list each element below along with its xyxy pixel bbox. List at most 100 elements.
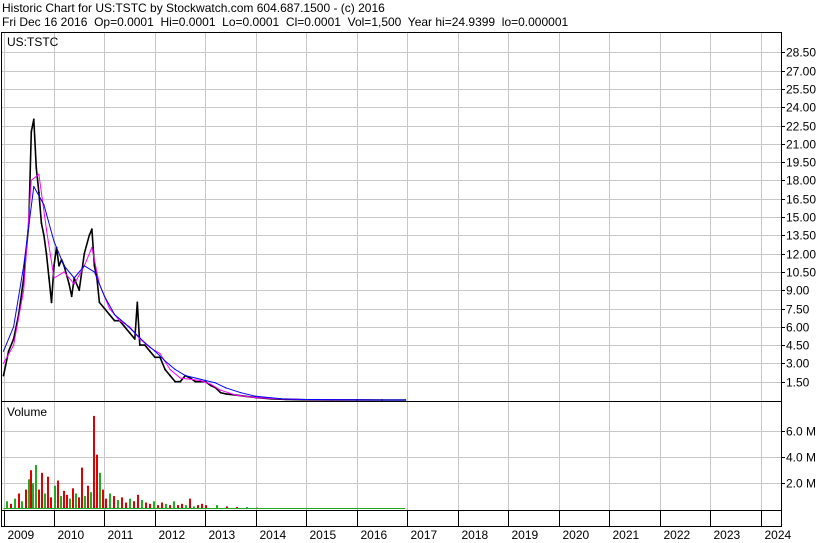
volume-bar bbox=[102, 489, 104, 509]
volume-bar bbox=[28, 479, 30, 509]
volume-bar bbox=[87, 485, 89, 509]
volume-bar bbox=[54, 485, 56, 509]
price-point bbox=[37, 191, 40, 194]
volume-label: Volume bbox=[7, 405, 47, 419]
year-label: 2012 bbox=[159, 528, 186, 542]
price-point bbox=[43, 204, 45, 206]
price-point bbox=[204, 379, 207, 382]
price-point bbox=[32, 118, 35, 121]
price-point bbox=[209, 383, 212, 385]
volume-bar bbox=[189, 498, 191, 509]
year-label: 2009 bbox=[8, 528, 35, 542]
price-tick-label: 27.00 bbox=[786, 65, 816, 79]
price-point bbox=[143, 344, 146, 346]
volume-bars bbox=[3, 415, 406, 509]
price-point bbox=[73, 277, 75, 279]
price-point bbox=[255, 395, 257, 397]
price-point bbox=[159, 353, 161, 355]
price-point bbox=[179, 380, 182, 383]
price-point bbox=[70, 295, 73, 298]
price-point bbox=[23, 289, 25, 291]
volume-bar bbox=[90, 492, 92, 509]
price-point bbox=[53, 240, 55, 242]
volume-tick-label: 4.0 M bbox=[786, 451, 816, 465]
price-tick-label: 22.50 bbox=[786, 120, 816, 134]
volume-bar bbox=[32, 483, 34, 509]
price-tick-label: 6.00 bbox=[786, 321, 810, 335]
price-point bbox=[108, 307, 111, 310]
price-point bbox=[169, 368, 171, 371]
year-label: 2022 bbox=[664, 528, 691, 542]
chart-window: { "header": { "line1": "Historic Chart f… bbox=[0, 0, 830, 543]
price-point bbox=[113, 319, 116, 322]
price-tick-label: 15.00 bbox=[786, 211, 816, 225]
volume-bar bbox=[133, 501, 135, 509]
year-label: 2011 bbox=[108, 528, 134, 542]
volume-bar bbox=[72, 488, 74, 509]
price-point bbox=[45, 228, 48, 230]
price-tick-label: 25.50 bbox=[786, 83, 816, 97]
volume-bar bbox=[173, 501, 175, 509]
volume-axis-labels: 2.0 M 4.0 M 6.0 M bbox=[781, 425, 816, 491]
volume-bar bbox=[96, 454, 98, 509]
price-point bbox=[48, 277, 50, 279]
price-point bbox=[189, 378, 191, 380]
price-point bbox=[164, 368, 166, 371]
volume-panel-frame bbox=[1, 401, 782, 511]
price-point bbox=[174, 368, 176, 371]
date-axis-frame bbox=[1, 510, 782, 527]
price-point bbox=[179, 377, 181, 379]
price-line bbox=[2, 118, 406, 401]
price-point bbox=[154, 350, 156, 352]
price-point bbox=[50, 301, 53, 304]
price-point bbox=[224, 393, 227, 395]
price-point bbox=[23, 265, 25, 267]
year-label: 2023 bbox=[714, 528, 741, 542]
price-point bbox=[98, 301, 101, 304]
volume-bar bbox=[84, 496, 86, 509]
price-point bbox=[225, 387, 227, 389]
volume-bar bbox=[109, 493, 111, 509]
price-point bbox=[2, 362, 5, 364]
volume-bar bbox=[66, 494, 68, 509]
price-point bbox=[144, 342, 146, 344]
volume-bar bbox=[141, 499, 143, 509]
price-point bbox=[78, 289, 81, 292]
price-point bbox=[136, 301, 139, 304]
price-point bbox=[35, 167, 38, 170]
price-tick-label: 10.50 bbox=[786, 266, 816, 280]
price-point bbox=[38, 173, 40, 175]
price-point bbox=[91, 246, 93, 249]
year-label: 2010 bbox=[58, 528, 85, 542]
volume-tick-label: 6.0 M bbox=[786, 425, 816, 439]
volume-bar bbox=[57, 480, 59, 509]
price-tick-label: 13.50 bbox=[786, 229, 816, 243]
price-point bbox=[2, 350, 5, 352]
price-tick-label: 12.00 bbox=[786, 248, 816, 262]
year-label: 2014 bbox=[260, 528, 287, 542]
volume-bar bbox=[63, 490, 65, 509]
price-point bbox=[90, 228, 93, 231]
volume-bar bbox=[14, 498, 16, 509]
volume-bar bbox=[129, 498, 131, 509]
volume-bar bbox=[35, 465, 37, 509]
volume-bar bbox=[81, 467, 83, 509]
price-point bbox=[124, 322, 126, 324]
volume-bar bbox=[113, 496, 115, 509]
price-tick-label: 1.50 bbox=[786, 376, 810, 390]
price-point bbox=[240, 392, 242, 394]
volume-bar bbox=[18, 493, 20, 509]
year-label: 2013 bbox=[209, 528, 236, 542]
volume-bar bbox=[75, 493, 77, 509]
price-point bbox=[123, 325, 126, 328]
price-point bbox=[404, 399, 406, 401]
year-label: 2016 bbox=[361, 528, 388, 542]
price-point bbox=[220, 389, 222, 391]
price-point bbox=[169, 374, 172, 377]
volume-bar bbox=[47, 476, 49, 509]
price-point bbox=[133, 338, 136, 340]
price-point bbox=[103, 307, 106, 310]
price-point bbox=[13, 344, 15, 346]
price-point bbox=[43, 234, 45, 237]
price-point bbox=[119, 320, 121, 322]
